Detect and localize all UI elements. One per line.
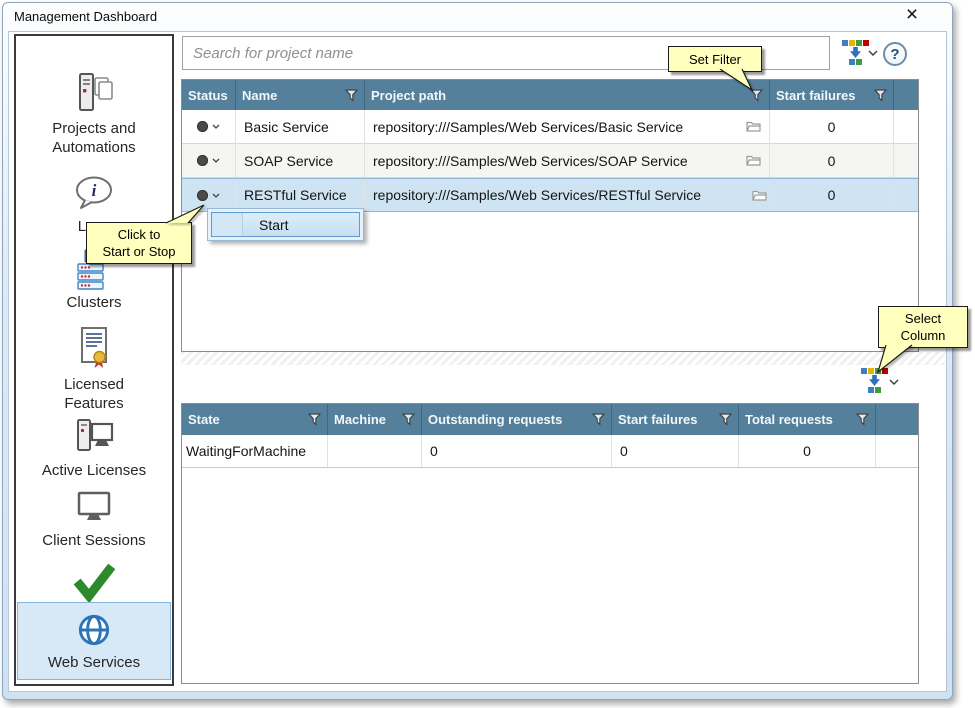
callout-select-column: Select Column — [878, 306, 968, 348]
sidebar-item-active-licenses[interactable]: Active Licenses — [18, 416, 170, 480]
filter-icon[interactable] — [402, 413, 415, 426]
filter-icon[interactable] — [874, 89, 887, 102]
open-folder-icon[interactable] — [746, 155, 761, 166]
select-column-icon-bottom — [868, 387, 881, 393]
select-column-icon — [842, 40, 869, 46]
close-button[interactable]: × — [899, 2, 925, 28]
sidebar-item-label: Active Licenses — [42, 461, 146, 480]
start-failures-value: 0 — [828, 187, 836, 203]
callout-click-to-start-or-stop: Click to Start or Stop — [86, 222, 192, 264]
project-path: repository:///Samples/Web Services/RESTf… — [373, 187, 701, 203]
callout-tail — [156, 204, 208, 224]
chevron-down-icon[interactable] — [868, 50, 878, 57]
menu-item-label: Start — [243, 217, 289, 233]
callout-tail — [870, 344, 914, 376]
status-stopped-icon — [197, 190, 208, 201]
start-failures-value: 0 — [828, 119, 836, 135]
start-failures-value: 0 — [828, 153, 836, 169]
open-folder-icon[interactable] — [752, 190, 767, 201]
column-header-total-requests[interactable]: Total requests — [739, 404, 876, 435]
state-value: WaitingForMachine — [186, 443, 306, 459]
filter-icon[interactable] — [345, 89, 358, 102]
status-stopped-icon — [197, 121, 208, 132]
sidebar: Projects andAutomations i Logs Clusters — [14, 34, 174, 686]
page-root: Management Dashboard × Projects andAutom… — [0, 0, 975, 708]
chevron-down-icon — [212, 193, 220, 198]
sidebar-item-label: Clusters — [66, 293, 121, 312]
column-header-start-failures[interactable]: Start failures — [612, 404, 739, 435]
project-name: SOAP Service — [244, 153, 333, 169]
column-header-blank — [894, 80, 918, 110]
project-name: RESTful Service — [244, 187, 347, 203]
table-row[interactable]: WaitingForMachine 0 0 0 — [182, 435, 918, 468]
sidebar-item-projects-and-automations[interactable]: Projects andAutomations — [18, 72, 170, 157]
table-row-selected[interactable]: RESTful Service repository:///Samples/We… — [182, 178, 918, 212]
modules-icon — [72, 564, 116, 604]
sidebar-item-label: Projects andAutomations — [52, 119, 135, 157]
column-header-state[interactable]: State — [182, 404, 328, 435]
sidebar-item-label: LicensedFeatures — [64, 375, 124, 413]
column-header-status[interactable]: Status — [182, 80, 236, 110]
select-column-button[interactable] — [841, 40, 869, 65]
status-dropdown[interactable] — [197, 190, 220, 201]
context-menu-item-start[interactable]: Start — [211, 212, 360, 237]
start-failures-value: 0 — [620, 443, 628, 459]
sessions-panel: State Machine Outstanding requests Start… — [181, 403, 919, 684]
open-folder-icon[interactable] — [746, 121, 761, 132]
column-header-outstanding-requests[interactable]: Outstanding requests — [422, 404, 612, 435]
help-button[interactable]: ? — [883, 42, 907, 66]
status-dropdown[interactable] — [197, 121, 220, 132]
sidebar-item-licensed-features[interactable]: LicensedFeatures — [18, 326, 170, 413]
sidebar-item-client-sessions[interactable]: Client Sessions — [18, 490, 170, 550]
column-header-blank — [876, 404, 918, 435]
sidebar-item-web-services[interactable]: Web Services — [17, 602, 171, 680]
client-sessions-icon — [71, 490, 117, 528]
callout-tail — [714, 69, 758, 93]
total-requests-value: 0 — [803, 443, 811, 459]
projects-and-automations-icon — [71, 72, 117, 116]
sessions-table-header: State Machine Outstanding requests Start… — [182, 404, 918, 435]
context-menu: Start — [207, 208, 364, 241]
table-row[interactable]: SOAP Service repository:///Samples/Web S… — [182, 144, 918, 178]
select-column-icon-bottom — [849, 59, 862, 65]
filter-icon[interactable] — [308, 413, 321, 426]
status-stopped-icon — [197, 155, 208, 166]
column-header-project-path[interactable]: Project path — [365, 80, 770, 110]
project-name: Basic Service — [244, 119, 329, 135]
chevron-down-icon — [212, 124, 220, 129]
column-header-machine[interactable]: Machine — [328, 404, 422, 435]
column-header-name[interactable]: Name — [236, 80, 365, 110]
web-services-icon — [74, 610, 114, 650]
outstanding-requests-value: 0 — [430, 443, 438, 459]
status-dropdown[interactable] — [197, 155, 220, 166]
project-path: repository:///Samples/Web Services/SOAP … — [373, 153, 688, 169]
active-licenses-icon — [71, 416, 117, 458]
filter-icon[interactable] — [856, 413, 869, 426]
projects-table-header: Status Name Project path Start failures — [182, 80, 918, 110]
download-arrow-icon — [849, 47, 862, 58]
filter-icon[interactable] — [592, 413, 605, 426]
chevron-down-icon — [212, 158, 220, 163]
svg-text:i: i — [92, 181, 97, 200]
table-row[interactable]: Basic Service repository:///Samples/Web … — [182, 110, 918, 144]
filter-icon[interactable] — [719, 413, 732, 426]
project-path: repository:///Samples/Web Services/Basic… — [373, 119, 683, 135]
sidebar-item-label: Client Sessions — [42, 531, 145, 550]
licensed-features-icon — [73, 326, 115, 372]
splitter[interactable] — [181, 352, 945, 365]
column-header-start-failures[interactable]: Start failures — [770, 80, 894, 110]
menu-icon-gutter — [212, 213, 243, 236]
window-title: Management Dashboard — [14, 9, 157, 24]
chevron-down-icon[interactable] — [889, 379, 899, 386]
download-arrow-icon — [868, 375, 881, 386]
sidebar-item-label: Web Services — [48, 653, 140, 672]
logs-icon: i — [71, 174, 117, 214]
